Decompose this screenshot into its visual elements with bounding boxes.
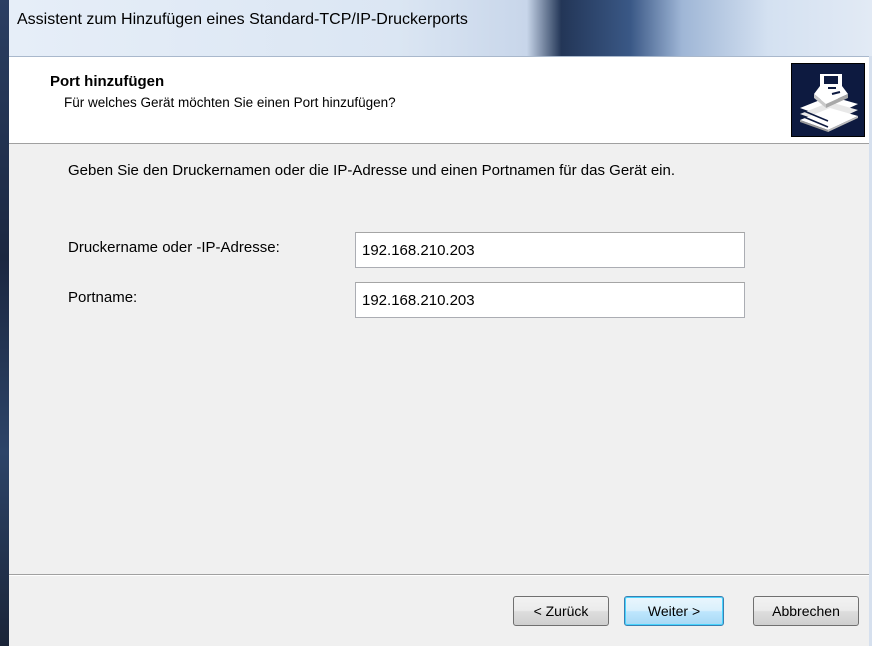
instruction-text: Geben Sie den Druckernamen oder die IP-A… [68,162,676,179]
port-name-label: Portname: [68,289,138,306]
cancel-button[interactable]: Abbrechen [753,596,859,626]
title-bar[interactable]: Assistent zum Hinzufügen eines Standard-… [9,0,872,56]
printer-icon [791,63,865,137]
page-subtitle: Für welches Gerät möchten Sie einen Port… [64,95,396,110]
wizard-content: Geben Sie den Druckernamen oder die IP-A… [9,144,869,574]
wizard-footer: < Zurück Weiter > Abbrechen [9,576,869,646]
printer-name-input[interactable] [355,232,745,268]
wizard-header: Port hinzufügen Für welches Gerät möchte… [9,56,869,144]
back-button[interactable]: < Zurück [513,596,609,626]
wizard-window: Assistent zum Hinzufügen eines Standard-… [0,0,872,646]
window-title: Assistent zum Hinzufügen eines Standard-… [17,11,468,28]
desktop-background-strip [0,0,9,646]
next-button[interactable]: Weiter > [624,596,724,626]
printer-name-label: Druckername oder -IP-Adresse: [68,239,280,256]
port-name-input[interactable] [355,282,745,318]
page-title: Port hinzufügen [50,73,165,90]
